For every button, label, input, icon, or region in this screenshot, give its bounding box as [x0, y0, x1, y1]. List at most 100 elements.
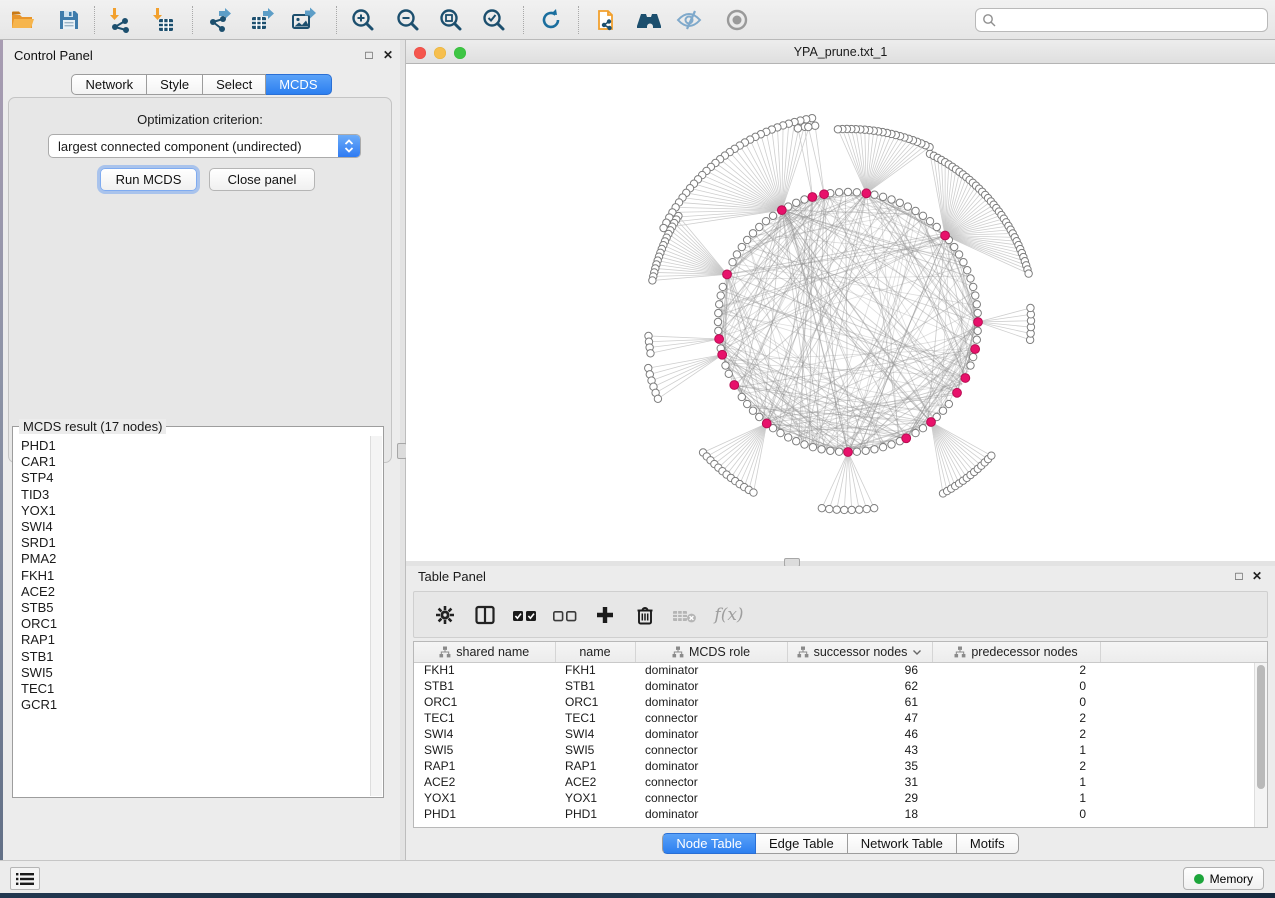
- dropdown-stepper-icon: [338, 135, 360, 157]
- column-header-name[interactable]: name: [555, 642, 635, 662]
- zoom-out-icon: [395, 7, 421, 33]
- tab-motifs[interactable]: Motifs: [957, 833, 1019, 854]
- mcds-result-item[interactable]: SRD1: [21, 535, 370, 551]
- tab-mcds[interactable]: MCDS: [266, 74, 331, 95]
- run-mcds-button[interactable]: Run MCDS: [100, 168, 197, 191]
- close-panel-button[interactable]: Close panel: [209, 168, 315, 191]
- optimization-criterion-dropdown[interactable]: largest connected component (undirected): [48, 134, 361, 158]
- show-all-button[interactable]: [720, 3, 754, 37]
- tab-node-table[interactable]: Node Table: [662, 833, 756, 854]
- save-session-button[interactable]: [52, 3, 86, 37]
- export-table-button[interactable]: [246, 3, 280, 37]
- table-row[interactable]: SWI5SWI5connector431: [414, 742, 1267, 758]
- mcds-result-item[interactable]: STP4: [21, 470, 370, 486]
- zoom-in-button[interactable]: [346, 3, 380, 37]
- search-icon: [982, 13, 997, 28]
- mcds-result-group: MCDS result (17 nodes) PHD1CAR1STP4TID3Y…: [12, 426, 384, 798]
- import-network-icon: [107, 7, 133, 33]
- mcds-result-item[interactable]: PMA2: [21, 551, 370, 567]
- mcds-result-item[interactable]: TEC1: [21, 681, 370, 697]
- table-row[interactable]: TEC1TEC1connector472: [414, 710, 1267, 726]
- mcds-result-title: MCDS result (17 nodes): [19, 419, 166, 434]
- mcds-result-item[interactable]: TID3: [21, 487, 370, 503]
- table-row[interactable]: RAP1RAP1dominator352: [414, 758, 1267, 774]
- mcds-result-item[interactable]: FKH1: [21, 568, 370, 584]
- memory-button[interactable]: Memory: [1183, 867, 1264, 890]
- column-header-shared-name[interactable]: shared name: [414, 642, 555, 662]
- tab-network-table[interactable]: Network Table: [848, 833, 957, 854]
- column-header-predecessor-nodes[interactable]: predecessor nodes: [932, 642, 1100, 662]
- zoom-fit-icon: [438, 7, 464, 33]
- function-builder-button[interactable]: f(x): [712, 601, 746, 629]
- deselect-all-columns-button[interactable]: [552, 601, 578, 629]
- panel-list-button[interactable]: [10, 867, 40, 890]
- mcds-result-item[interactable]: PHD1: [21, 438, 370, 454]
- mcds-result-item[interactable]: RAP1: [21, 632, 370, 648]
- delete-table-button[interactable]: [672, 601, 698, 629]
- delete-column-button[interactable]: [632, 601, 658, 629]
- network-titlebar: YPA_prune.txt_1: [406, 42, 1275, 64]
- mcds-result-item[interactable]: STB5: [21, 600, 370, 616]
- close-panel-icon[interactable]: ✕: [380, 47, 396, 63]
- zoom-out-button[interactable]: [391, 3, 425, 37]
- export-image-button[interactable]: [287, 3, 321, 37]
- import-table-button[interactable]: [146, 3, 180, 37]
- search-network-button[interactable]: [632, 3, 666, 37]
- zoom-selected-button[interactable]: [477, 3, 511, 37]
- zoom-in-icon: [350, 7, 376, 33]
- search-input[interactable]: [1001, 10, 1267, 30]
- split-panel-button[interactable]: [472, 601, 498, 629]
- close-panel-icon[interactable]: ✕: [1249, 568, 1265, 584]
- table-delete-icon: [672, 604, 698, 626]
- settings-gear-button[interactable]: [432, 601, 458, 629]
- eye-slash-icon: [675, 7, 703, 33]
- table-header-row: shared name name MCDS role successor nod…: [414, 642, 1267, 662]
- float-panel-icon[interactable]: □: [361, 47, 377, 63]
- mcds-list-scrollbar[interactable]: [370, 436, 382, 796]
- network-canvas[interactable]: [406, 64, 1275, 562]
- list-icon: [16, 872, 34, 886]
- hide-selection-button[interactable]: [672, 3, 706, 37]
- export-network-button[interactable]: [203, 3, 237, 37]
- mcds-tab-content: Optimization criterion: largest connecte…: [8, 97, 392, 463]
- add-column-button[interactable]: [592, 601, 618, 629]
- table-row[interactable]: PHD1PHD1dominator180: [414, 806, 1267, 822]
- application-window: Control Panel □ ✕ NetworkStyleSelectMCDS…: [0, 0, 1275, 898]
- sort-chevron-icon: [912, 648, 922, 656]
- network-graph[interactable]: [406, 64, 1275, 562]
- column-header-successor-nodes[interactable]: successor nodes: [787, 642, 932, 662]
- mcds-result-item[interactable]: SWI5: [21, 665, 370, 681]
- table-row[interactable]: FKH1FKH1dominator962: [414, 662, 1267, 678]
- table-row[interactable]: ACE2ACE2connector311: [414, 774, 1267, 790]
- mcds-result-item[interactable]: ORC1: [21, 616, 370, 632]
- tab-edge-table[interactable]: Edge Table: [756, 833, 848, 854]
- memory-status-icon: [1194, 874, 1204, 884]
- refresh-layout-button[interactable]: [534, 3, 568, 37]
- tab-style[interactable]: Style: [147, 74, 203, 95]
- mcds-result-item[interactable]: CAR1: [21, 454, 370, 470]
- network-from-file-button[interactable]: [590, 3, 624, 37]
- zoom-fit-button[interactable]: [434, 3, 468, 37]
- export-image-icon: [291, 7, 317, 33]
- toolbar-separator: [578, 6, 579, 34]
- mcds-result-item[interactable]: GCR1: [21, 697, 370, 713]
- toolbar-separator: [94, 6, 95, 34]
- mcds-result-item[interactable]: SWI4: [21, 519, 370, 535]
- mcds-result-item[interactable]: ACE2: [21, 584, 370, 600]
- mcds-result-item[interactable]: YOX1: [21, 503, 370, 519]
- select-all-columns-button[interactable]: [512, 601, 538, 629]
- float-panel-icon[interactable]: □: [1231, 568, 1247, 584]
- export-network-icon: [207, 7, 233, 33]
- tab-network[interactable]: Network: [71, 74, 147, 95]
- import-network-button[interactable]: [103, 3, 137, 37]
- column-header-mcds-role[interactable]: MCDS role: [635, 642, 787, 662]
- tab-select[interactable]: Select: [203, 74, 266, 95]
- table-row[interactable]: ORC1ORC1dominator610: [414, 694, 1267, 710]
- table-row[interactable]: SWI4SWI4dominator462: [414, 726, 1267, 742]
- mcds-result-list[interactable]: PHD1CAR1STP4TID3YOX1SWI4SRD1PMA2FKH1ACE2…: [14, 436, 370, 796]
- table-scrollbar-thumb[interactable]: [1257, 665, 1265, 789]
- mcds-result-item[interactable]: STB1: [21, 649, 370, 665]
- table-row[interactable]: YOX1YOX1connector291: [414, 790, 1267, 806]
- table-row[interactable]: STB1STB1dominator620: [414, 678, 1267, 694]
- open-file-button[interactable]: [5, 3, 39, 37]
